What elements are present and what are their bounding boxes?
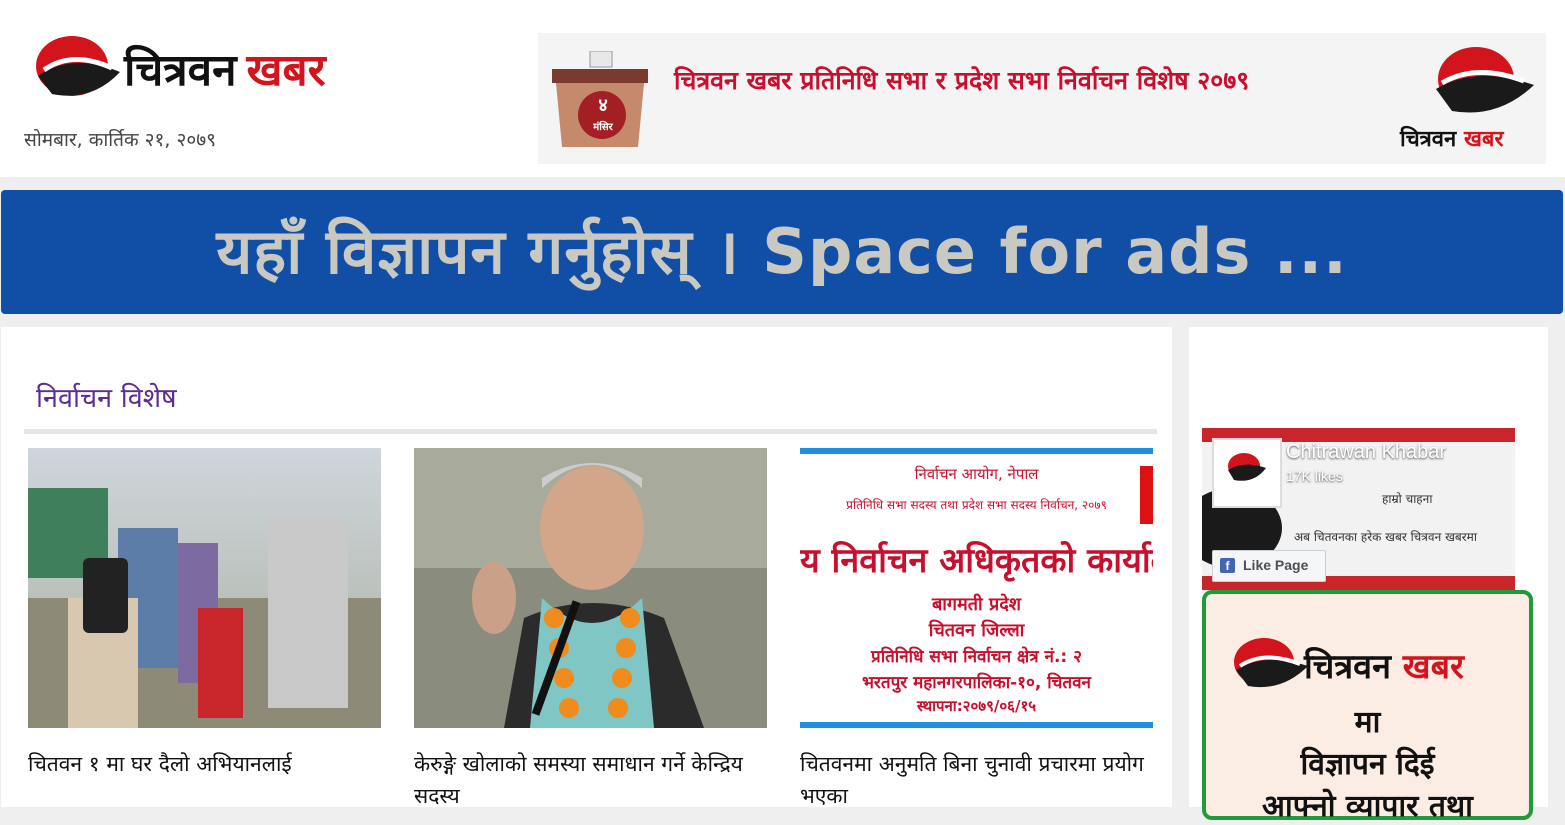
notice-line: चितवन जिल्ला [928,620,1025,641]
fb-page-avatar[interactable] [1212,438,1282,508]
notice-line: प्रतिनिधि सभा सदस्य तथा प्रदेश सभा सदस्य… [846,498,1107,512]
logo-text-red: खबर [246,45,326,96]
sidebar-ad[interactable]: चित्रवन खबर मा विज्ञापन दिई आफ्नो व्यापा… [1202,590,1533,824]
wide-ad-banner[interactable]: यहाँ विज्ञापन गर्नुहोस् । Space for ads … [1,190,1563,314]
wide-ad-text: यहाँ विज्ञापन गर्नुहोस् । Space for ads … [216,215,1348,288]
notice-line: बागमती प्रदेश [931,594,1022,615]
banner-logo-text: चित्रवन खबर [1400,127,1504,152]
election-banner-headline: चित्रवन खबर प्रतिनिधि सभा र प्रदेश सभा न… [674,66,1250,95]
notice-line: य निर्वाचन अधिकृतको कार्याल [800,541,1153,581]
sidebar-ad-line: विज्ञापन दिई [1300,747,1435,782]
article-card[interactable]: चितवन १ मा घर दैलो अभियानलाई [28,448,381,780]
sidebar-ad-line: आफ्नो व्यापार तथा [1262,789,1473,824]
current-date: सोमबार, कार्तिक २१, २०७९ [24,129,217,151]
site-header: चित्रवन खबर सोमबार, कार्तिक २१, २०७९ ४ मं… [0,0,1565,177]
ballot-month: मंसिर [593,122,613,133]
notice-line: स्थापना:२०७९/०६/१५ [916,697,1037,715]
ballot-box-icon: ४ मंसिर [550,50,650,151]
notice-line: भरतपुर महानगरपालिका-१०, चितवन [861,673,1091,693]
fb-like-page-button[interactable]: f Like Page [1212,550,1326,582]
article-image[interactable]: निर्वाचन आयोग, नेपाल प्रतिनिधि सभा सदस्य… [800,448,1153,728]
banner-logo: चित्रवन खबर [1400,43,1540,158]
article-image[interactable] [28,448,381,728]
fb-like-page-label: Like Page [1243,557,1309,573]
article-title[interactable]: चितवन १ मा घर दैलो अभियानलाई [28,748,383,780]
notice-line: प्रतिनिधि सभा निर्वाचन क्षेत्र नं.: २ [871,647,1082,667]
fb-cover-text: हाम्रो चाहना [1382,492,1433,506]
article-image[interactable] [414,448,767,728]
facebook-icon: f [1220,558,1235,573]
sidebar-ad-logo-icon [1234,638,1308,688]
fb-like-count: 17K likes [1286,468,1343,484]
sidebar-ad-line: मा [1354,705,1381,740]
election-banner-ad[interactable]: ४ मंसिर चित्रवन खबर प्रतिनिधि सभा र प्रद… [538,33,1546,164]
fb-avatar-logo-icon [1228,453,1266,481]
logo-cap-icon [36,36,120,96]
logo-wordmark: चित्रवन खबर [124,38,326,98]
sidebar-ad-brand: चित्रवन खबर [1304,647,1464,687]
section-divider [24,429,1157,434]
section-title[interactable]: निर्वाचन विशेष [36,378,177,415]
article-title[interactable]: केरुङ्गे खोलाको समस्या समाधान गर्ने केन्… [414,748,769,812]
notice-line: निर्वाचन आयोग, नेपाल [914,465,1039,483]
fb-cover-text: अब चितवनका हरेक खबर चित्रवन खबरमा [1294,530,1477,544]
article-card[interactable]: निर्वाचन आयोग, नेपाल प्रतिनिधि सभा सदस्य… [800,448,1153,812]
banner-logo-cap-icon [1436,47,1534,113]
facebook-page-widget[interactable]: हाम्रो चाहना अब चितवनका हरेक खबर चित्रवन… [1202,428,1515,590]
site-logo[interactable]: चित्रवन खबर [32,32,372,104]
ballot-day: ४ [598,95,608,116]
article-title[interactable]: चितवनमा अनुमति बिना चुनावी प्रचारमा प्रय… [800,748,1155,812]
fb-page-name[interactable]: Chitrawan Khabar [1286,441,1446,464]
logo-text-black: चित्रवन [124,45,237,96]
article-card[interactable]: केरुङ्गे खोलाको समस्या समाधान गर्ने केन्… [414,448,767,812]
